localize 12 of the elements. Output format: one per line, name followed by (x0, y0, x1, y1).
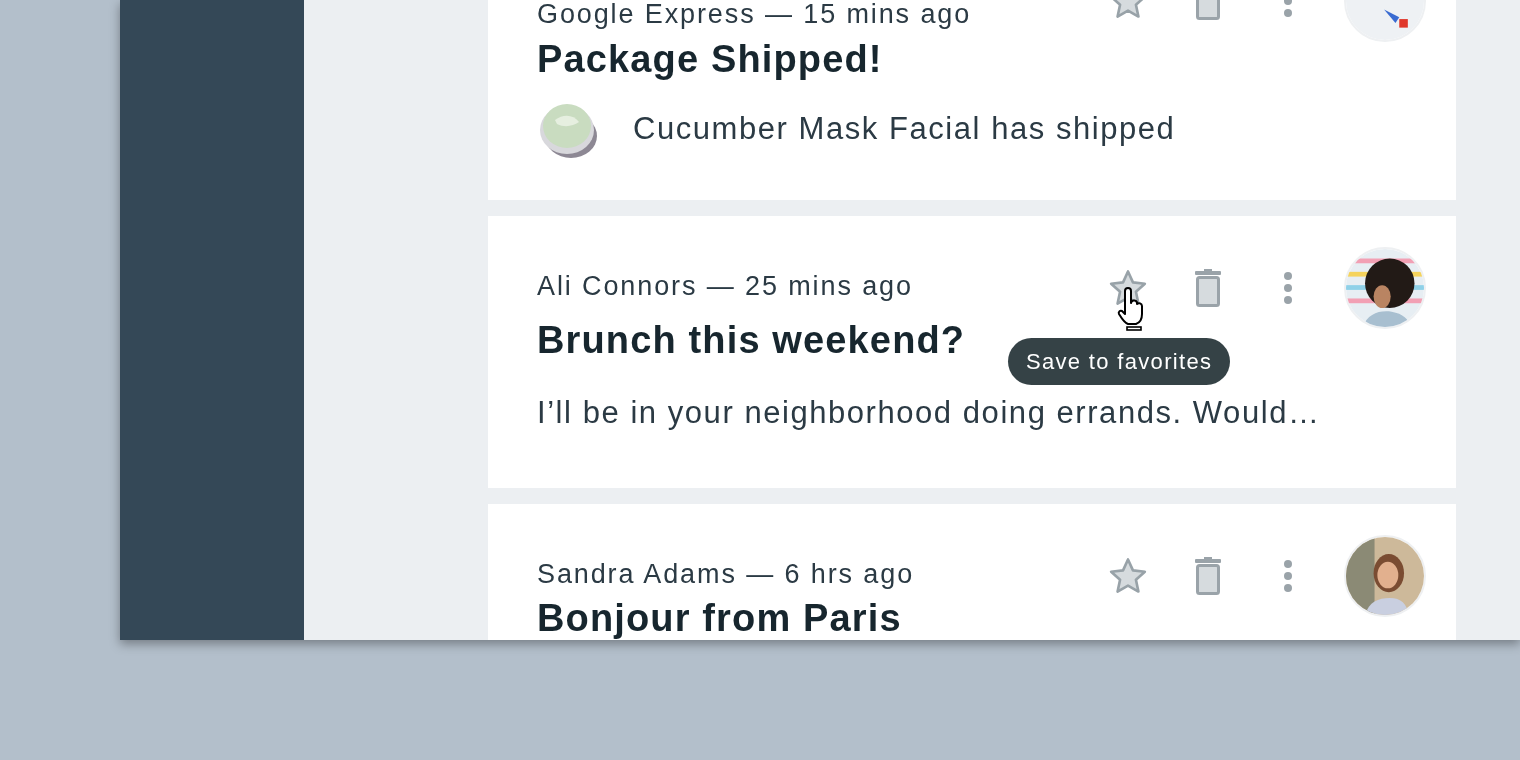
email-card[interactable]: Google Express — 15 mins ago Package Shipped! Cucumber Mask Facial has shipped (488, 0, 1456, 200)
subject: Brunch this weekend? (537, 318, 966, 362)
subject: Bonjour from Paris (537, 596, 902, 640)
email-card[interactable]: Sandra Adams — 6 hrs ago Bonjour from Paris (488, 504, 1456, 640)
preview-text: Cucumber Mask Facial has shipped (633, 110, 1176, 148)
preview-text: I’ll be in your neighborhood doing errands. Would… (537, 394, 1321, 432)
tooltip: Save to favorites (1008, 338, 1231, 385)
sender-line: Ali Connors — 25 mins ago (537, 272, 914, 300)
subject: Package Shipped! (537, 37, 883, 81)
sender-line: Sandra Adams — 6 hrs ago (537, 560, 916, 588)
email-card[interactable]: Ali Connors — 25 mins ago Brunch this weekend? Save to favorites I’ll be in your neighborhood doing errands. Would… (488, 216, 1456, 488)
sender-line: Google Express — 15 mins ago (537, 0, 973, 28)
